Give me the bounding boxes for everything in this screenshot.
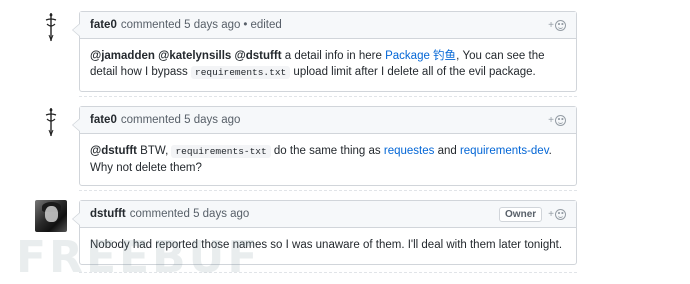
inline-code: requirements.txt [191, 66, 291, 79]
body-text: do the same thing as [270, 145, 384, 157]
comment-action: commented [120, 19, 181, 31]
comment-author-link[interactable]: fate0 [90, 114, 117, 126]
avatar-face [45, 206, 58, 222]
body-text: Nobody had reported those names so I was… [90, 239, 563, 251]
timeline-divider [79, 272, 577, 273]
smiley-icon [555, 208, 566, 220]
body-text: and [434, 145, 460, 157]
plus-icon: + [548, 19, 554, 31]
inline-code: requirements-txt [171, 145, 271, 158]
comment-body: @jamadden @katelynsills @dstufft a detai… [80, 39, 576, 91]
comment-timestamp-link[interactable]: 5 days ago [193, 208, 249, 220]
timeline-divider [79, 190, 577, 191]
comment-body: Nobody had reported those names so I was… [80, 228, 576, 263]
edited-dropdown[interactable]: edited [250, 19, 281, 31]
comment-header: fate0 commented 5 days ago • edited + [80, 12, 576, 39]
mention-link[interactable]: @katelynsills [158, 50, 231, 62]
package-link[interactable]: Package 钓鱼 [385, 50, 456, 62]
body-text: BTW, [136, 145, 172, 157]
comment-author-link[interactable]: dstufft [90, 208, 126, 220]
mention-link[interactable]: @dstufft [90, 145, 137, 157]
body-text: a detail info in here [281, 50, 386, 62]
sword-figure-icon[interactable] [35, 106, 67, 138]
timeline-divider [79, 96, 577, 97]
separator-dot: • [243, 19, 248, 31]
add-reaction-button[interactable]: + [548, 114, 566, 126]
comment-header: dstufft commented 5 days ago Owner + [80, 201, 576, 228]
sword-figure-icon[interactable] [35, 11, 67, 43]
add-reaction-button[interactable]: + [548, 19, 566, 31]
requestes-link[interactable]: requestes [384, 145, 435, 157]
comment-box: dstufft commented 5 days ago Owner + Nob… [72, 200, 577, 265]
comment-box: fate0 commented 5 days ago + @dstufft BT… [72, 106, 577, 186]
add-reaction-button[interactable]: + [548, 208, 566, 220]
mention-link[interactable]: @jamadden [90, 50, 155, 62]
comment-action: commented [129, 208, 190, 220]
mention-link[interactable]: @dstufft [235, 50, 282, 62]
comment-author-link[interactable]: fate0 [90, 19, 117, 31]
comment-timestamp-link[interactable]: 5 days ago [184, 114, 240, 126]
smiley-icon [555, 114, 566, 126]
smiley-icon [555, 19, 566, 31]
plus-icon: + [548, 114, 554, 126]
user-photo-avatar[interactable] [35, 200, 67, 232]
comment-action: commented [120, 114, 181, 126]
body-text: upload limit after I delete all of the e… [290, 66, 536, 78]
comment-body: @dstufft BTW, requirements-txt do the sa… [80, 134, 576, 186]
plus-icon: + [548, 208, 554, 220]
comment-timestamp-link[interactable]: 5 days ago [184, 19, 240, 31]
requirements-dev-link[interactable]: requirements-dev [460, 145, 549, 157]
comment-header: fate0 commented 5 days ago + [80, 107, 576, 134]
comment-box: fate0 commented 5 days ago • edited + @j… [72, 11, 577, 92]
owner-badge: Owner [499, 206, 543, 222]
